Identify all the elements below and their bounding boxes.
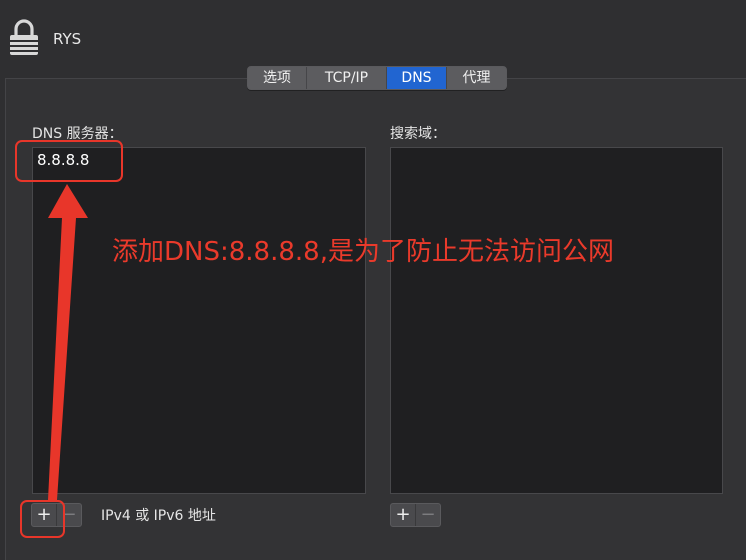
- dns-entry-highlight-box: [15, 140, 123, 182]
- tab-bar: 选项 TCP/IP DNS 代理: [247, 66, 507, 90]
- tab-dns[interactable]: DNS: [387, 67, 447, 89]
- network-name: RYS: [53, 30, 82, 48]
- address-hint: IPv4 或 IPv6 地址: [101, 508, 216, 524]
- search-domains-label: 搜索域：: [390, 126, 446, 142]
- dns-servers-list[interactable]: 8.8.8.8: [32, 147, 366, 494]
- add-search-domain-button[interactable]: +: [391, 504, 415, 526]
- annotation-text: 添加DNS:8.8.8.8,是为了防止无法访问公网: [112, 237, 614, 267]
- search-domain-button-group: + −: [390, 503, 441, 527]
- remove-search-domain-button[interactable]: −: [415, 504, 440, 526]
- tab-proxy[interactable]: 代理: [447, 67, 506, 89]
- lock-icon[interactable]: [8, 18, 40, 56]
- tab-options[interactable]: 选项: [248, 67, 307, 89]
- add-button-highlight-box: [20, 500, 65, 538]
- tab-tcpip[interactable]: TCP/IP: [307, 67, 387, 89]
- search-domains-list[interactable]: [390, 147, 723, 494]
